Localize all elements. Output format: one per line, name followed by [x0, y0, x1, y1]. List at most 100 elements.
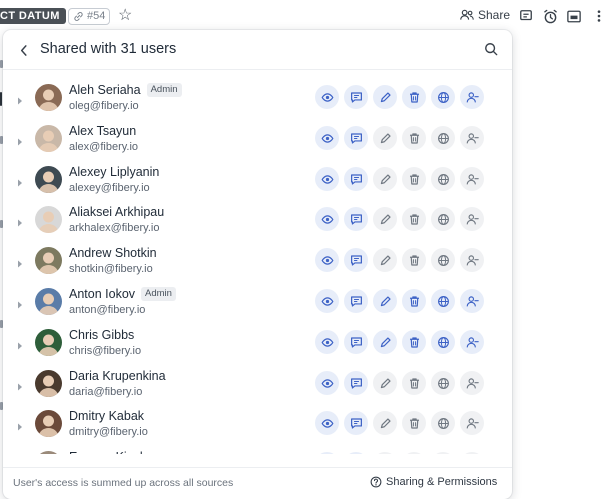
user-share-permission-toggle[interactable] — [460, 411, 484, 435]
globe-permission-toggle[interactable] — [431, 126, 455, 150]
eye-permission-toggle[interactable] — [315, 371, 339, 395]
globe-permission-toggle[interactable] — [431, 452, 455, 454]
caret-right-icon[interactable] — [17, 337, 25, 350]
eye-permission-toggle[interactable] — [315, 167, 339, 191]
trash-permission-toggle[interactable] — [402, 248, 426, 272]
user-share-permission-toggle[interactable] — [460, 248, 484, 272]
user-share-permission-toggle[interactable] — [460, 167, 484, 191]
trash-permission-toggle[interactable] — [402, 411, 426, 435]
eye-permission-toggle[interactable] — [315, 85, 339, 109]
user-row[interactable]: Dmitry Kabak dmitry@fibery.io — [3, 404, 512, 444]
share-label: Share — [478, 8, 511, 22]
pencil-permission-toggle[interactable] — [373, 167, 397, 191]
pencil-permission-toggle[interactable] — [373, 452, 397, 454]
user-row[interactable]: Aleh Seriaha Admin oleg@fibery.io — [3, 78, 512, 118]
entity-id-chip[interactable]: #54 — [68, 8, 111, 25]
pencil-permission-toggle[interactable] — [373, 85, 397, 109]
pencil-permission-toggle[interactable] — [373, 411, 397, 435]
user-share-permission-toggle[interactable] — [460, 330, 484, 354]
more-icon[interactable] — [591, 8, 607, 24]
caret-right-icon[interactable] — [17, 214, 25, 227]
sharing-permissions-label: Sharing & Permissions — [386, 476, 498, 488]
user-row[interactable]: Alex Tsayun alex@fibery.io — [3, 119, 512, 159]
comment-permission-toggle[interactable] — [344, 289, 368, 313]
caret-right-icon[interactable] — [17, 174, 25, 187]
pencil-permission-toggle[interactable] — [373, 289, 397, 313]
comment-permission-toggle[interactable] — [344, 126, 368, 150]
comment-permission-toggle[interactable] — [344, 371, 368, 395]
alarm-clock-icon[interactable] — [542, 8, 558, 24]
back-button[interactable] — [16, 41, 32, 59]
trash-permission-toggle[interactable] — [402, 207, 426, 231]
link-icon — [74, 12, 83, 21]
caret-right-icon[interactable] — [17, 255, 25, 268]
comment-permission-toggle[interactable] — [344, 452, 368, 454]
user-share-permission-toggle[interactable] — [460, 371, 484, 395]
user-row[interactable]: Chris Gibbs chris@fibery.io — [3, 323, 512, 363]
eye-permission-toggle[interactable] — [315, 330, 339, 354]
comment-permission-toggle[interactable] — [344, 248, 368, 272]
trash-permission-toggle[interactable] — [402, 85, 426, 109]
user-share-permission-toggle[interactable] — [460, 207, 484, 231]
user-share-permission-toggle[interactable] — [460, 289, 484, 313]
globe-permission-toggle[interactable] — [431, 330, 455, 354]
user-row[interactable]: Eugene Kisel — [3, 445, 512, 454]
eye-permission-toggle[interactable] — [315, 411, 339, 435]
star-icon[interactable]: ☆ — [118, 7, 132, 25]
comment-permission-toggle[interactable] — [344, 330, 368, 354]
user-row[interactable]: Anton Iokov Admin anton@fibery.io — [3, 282, 512, 322]
globe-permission-toggle[interactable] — [431, 289, 455, 313]
eye-permission-toggle[interactable] — [315, 207, 339, 231]
eye-permission-toggle[interactable] — [315, 248, 339, 272]
user-share-permission-toggle[interactable] — [460, 452, 484, 454]
comment-permission-toggle[interactable] — [344, 207, 368, 231]
pencil-permission-toggle[interactable] — [373, 248, 397, 272]
search-icon[interactable] — [484, 42, 500, 58]
caret-right-icon[interactable] — [17, 378, 25, 391]
caret-right-icon[interactable] — [17, 296, 25, 309]
share-button[interactable]: Share — [460, 8, 510, 22]
pencil-permission-toggle[interactable] — [373, 371, 397, 395]
trash-permission-toggle[interactable] — [402, 167, 426, 191]
globe-permission-toggle[interactable] — [431, 411, 455, 435]
user-row[interactable]: Andrew Shotkin shotkin@fibery.io — [3, 241, 512, 281]
trash-permission-toggle[interactable] — [402, 330, 426, 354]
user-share-permission-toggle[interactable] — [460, 85, 484, 109]
trash-permission-toggle[interactable] — [402, 371, 426, 395]
eye-permission-toggle[interactable] — [315, 289, 339, 313]
trash-permission-toggle[interactable] — [402, 126, 426, 150]
sharing-permissions-link[interactable]: Sharing & Permissions — [370, 476, 497, 488]
caret-right-icon[interactable] — [17, 133, 25, 146]
avatar — [35, 451, 62, 454]
comment-permission-toggle[interactable] — [344, 167, 368, 191]
trash-icon — [408, 417, 421, 430]
caret-right-icon[interactable] — [17, 418, 25, 431]
trash-permission-toggle[interactable] — [402, 289, 426, 313]
database-badge[interactable]: CT DATUM — [0, 8, 66, 24]
panel-icon[interactable] — [566, 8, 582, 24]
globe-permission-toggle[interactable] — [431, 371, 455, 395]
admin-badge: Admin — [146, 83, 182, 97]
comment-icon — [350, 377, 363, 390]
eye-permission-toggle[interactable] — [315, 126, 339, 150]
comment-permission-toggle[interactable] — [344, 85, 368, 109]
globe-permission-toggle[interactable] — [431, 85, 455, 109]
trash-permission-toggle[interactable] — [402, 452, 426, 454]
user-share-permission-toggle[interactable] — [460, 126, 484, 150]
user-name-line: Alex Tsayun — [69, 124, 136, 138]
comments-icon[interactable] — [518, 8, 534, 24]
globe-permission-toggle[interactable] — [431, 248, 455, 272]
caret-right-icon[interactable] — [17, 92, 25, 105]
pencil-permission-toggle[interactable] — [373, 126, 397, 150]
user-row[interactable]: Daria Krupenkina daria@fibery.io — [3, 364, 512, 404]
pencil-permission-toggle[interactable] — [373, 207, 397, 231]
globe-permission-toggle[interactable] — [431, 167, 455, 191]
user-share-icon — [466, 173, 479, 186]
user-row[interactable]: Aliaksei Arkhipau arkhalex@fibery.io — [3, 200, 512, 240]
globe-permission-toggle[interactable] — [431, 207, 455, 231]
user-row[interactable]: Alexey Liplyanin alexey@fibery.io — [3, 160, 512, 200]
comment-permission-toggle[interactable] — [344, 411, 368, 435]
eye-permission-toggle[interactable] — [315, 452, 339, 454]
user-share-icon — [466, 336, 479, 349]
pencil-permission-toggle[interactable] — [373, 330, 397, 354]
